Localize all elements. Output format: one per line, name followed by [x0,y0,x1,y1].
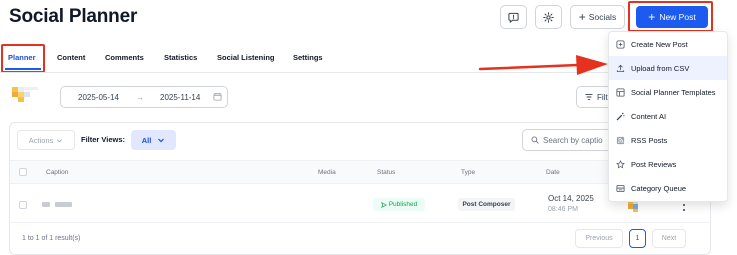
menu-item-rss-posts[interactable]: RSS Posts [609,128,727,152]
plus-icon: + [578,10,586,24]
template-icon [616,87,625,97]
menu-item-label: Post Reviews [631,159,677,169]
page-1-button[interactable]: 1 [629,229,646,248]
message-alert-icon [508,12,519,23]
menu-item-post-reviews[interactable]: Post Reviews [609,152,727,176]
magic-wand-icon [616,112,625,121]
select-all-checkbox[interactable] [19,168,27,176]
menu-item-upload-from-csv[interactable]: Upload from CSV [609,56,727,80]
socials-label: Socials [588,12,617,22]
menu-item-label: Create New Post [631,39,688,49]
next-page-button[interactable]: Next [652,229,686,248]
status-label: Published [388,201,418,208]
start-date: 2025-05-14 [78,93,119,102]
type-badge: Post Composer [458,198,515,211]
new-post-label: New Post [659,12,696,22]
filter-button[interactable]: Filt [576,86,610,108]
row-divider [10,222,710,223]
column-caption: Caption [46,169,69,176]
feedback-button[interactable] [500,5,527,29]
row-checkbox[interactable] [19,201,27,209]
arrow-right-icon: → [136,93,144,102]
queue-icon [616,184,625,193]
tab-statistics[interactable]: Statistics [164,53,197,62]
search-input[interactable]: Search by captio [522,129,610,151]
calendar-icon [213,92,222,101]
new-post-button[interactable]: + New Post [636,6,708,28]
search-placeholder: Search by captio [543,135,603,145]
filter-views-select[interactable]: All [131,130,176,150]
previous-page-button[interactable]: Previous [575,229,623,248]
star-icon [616,159,625,169]
post-date: Oct 14, 2025 [548,194,594,203]
search-icon [531,136,539,144]
menu-item-label: Category Queue [631,183,687,193]
annotation-arrow [478,52,610,86]
actions-dropdown[interactable]: Actions [17,130,75,150]
filter-views-label: Filter Views: [81,135,126,144]
end-date: 2025-11-14 [160,93,201,102]
menu-item-label: Social Planner Templates [631,87,716,97]
gear-icon [543,11,554,23]
tab-content[interactable]: Content [57,53,85,62]
table-header [10,160,710,184]
blurred-caption [42,202,50,207]
column-date: Date [546,169,560,176]
menu-item-label: Upload from CSV [631,63,690,73]
chevron-down-icon [157,136,165,144]
plus-square-icon [616,39,625,49]
account-avatar[interactable] [10,85,46,107]
upload-icon [616,64,625,73]
menu-item-social-planner-templates[interactable]: Social Planner Templates [609,80,727,104]
column-type: Type [461,169,476,176]
menu-item-create-new-post[interactable]: Create New Post [609,32,727,56]
plus-icon: + [648,10,656,24]
new-post-menu: Create New Post Upload from CSV Social P… [608,31,728,202]
date-range-picker[interactable]: 2025-05-14 → 2025-11-14 [60,86,228,108]
post-time: 08:46 PM [548,206,578,213]
chevron-down-icon [56,137,63,144]
settings-button[interactable] [535,5,562,29]
filter-icon [585,93,593,101]
filter-views-value: All [141,135,152,145]
menu-item-category-queue[interactable]: Category Queue [609,176,727,200]
socials-button[interactable]: + Socials [570,5,625,29]
results-summary: 1 to 1 of 1 result(s) [22,235,81,242]
status-badge: Published [373,198,425,211]
tab-social-listening[interactable]: Social Listening [217,53,275,62]
rss-icon [616,136,625,145]
page-title: Social Planner [9,6,138,27]
filter-label: Filt [597,92,608,102]
menu-item-label: Content AI [631,111,667,121]
tab-settings[interactable]: Settings [293,53,323,62]
menu-item-label: RSS Posts [631,135,668,145]
column-status: Status [377,169,396,176]
menu-item-content-ai[interactable]: Content AI [609,104,727,128]
actions-label: Actions [28,135,54,145]
active-tab-underline [5,68,41,70]
tab-comments[interactable]: Comments [105,53,144,62]
send-icon [380,201,387,208]
column-media: Media [318,169,336,176]
blurred-caption [55,202,72,207]
